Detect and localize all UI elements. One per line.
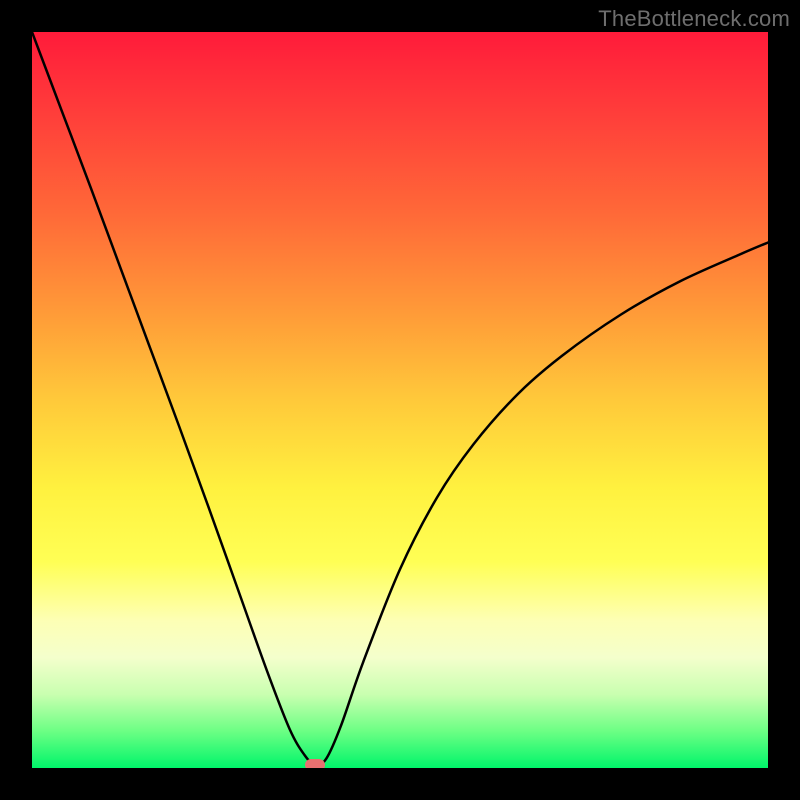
plot-area <box>32 32 768 768</box>
min-point-marker <box>305 759 325 768</box>
curve-layer <box>32 32 768 768</box>
chart-container: TheBottleneck.com <box>0 0 800 800</box>
bottleneck-curve <box>32 32 768 765</box>
watermark-text: TheBottleneck.com <box>598 6 790 32</box>
